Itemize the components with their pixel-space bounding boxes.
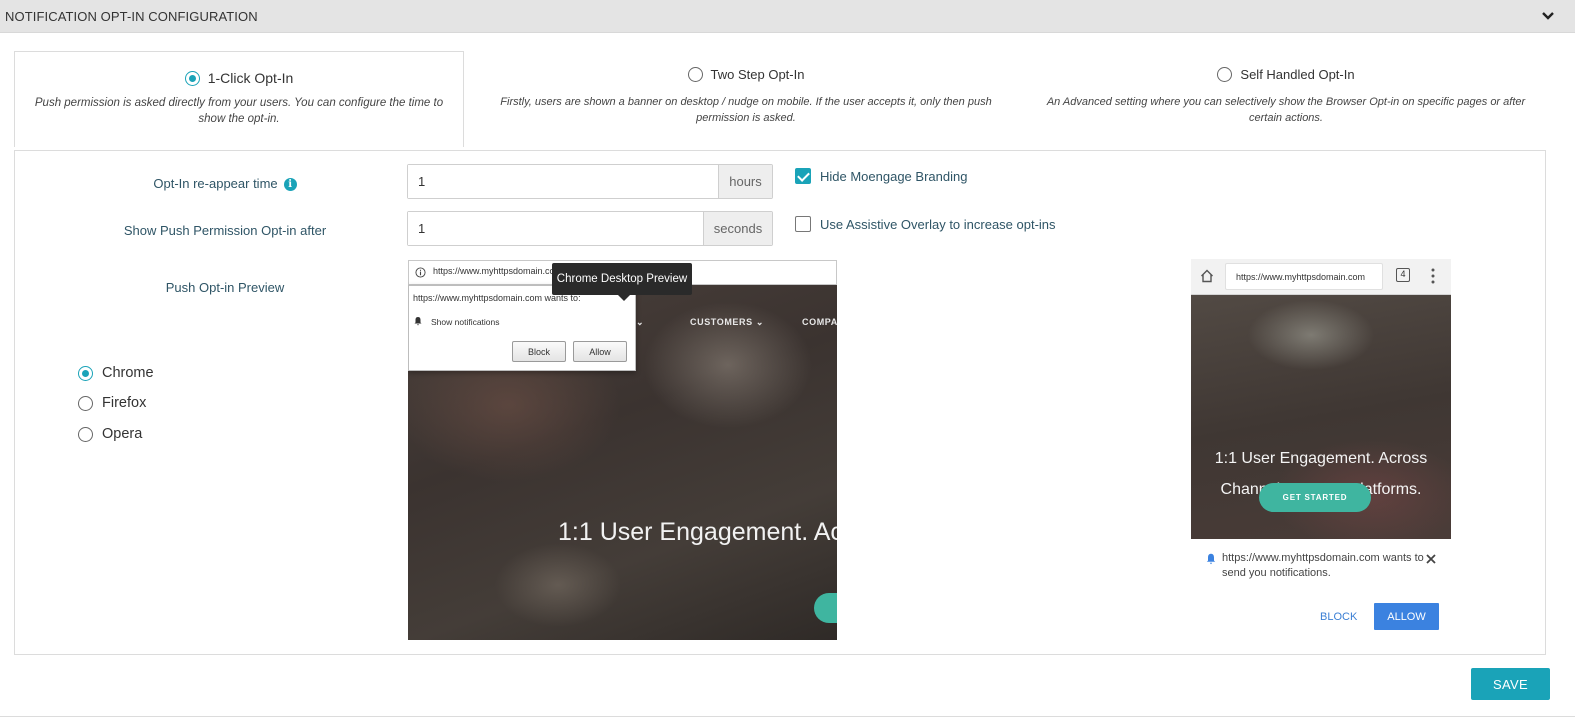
opera-label: Opera <box>102 426 143 442</box>
desktop-nav-company: COMPA <box>802 317 837 327</box>
desktop-cta-button <box>814 593 837 623</box>
optin-option-one-click[interactable]: 1-Click Opt-In Push permission is asked … <box>14 51 464 147</box>
desktop-nav-customers: CUSTOMERS ⌄ <box>690 317 764 327</box>
optin-self-handled-radio[interactable] <box>1217 67 1233 82</box>
optin-option-two-step[interactable]: Two Step Opt-In Firstly, users are shown… <box>490 51 1002 147</box>
bell-icon <box>414 317 422 326</box>
mobile-address-bar: https://www.myhttpsdomain.com 4 <box>1191 259 1451 295</box>
home-icon <box>1201 269 1213 283</box>
optin-two-step-label: Two Step Opt-In <box>710 67 805 82</box>
firefox-radio[interactable] <box>78 395 93 411</box>
reappear-time-input[interactable] <box>408 165 718 198</box>
optin-self-handled-label: Self Handled Opt-In <box>1240 67 1355 82</box>
tabs-icon: 4 <box>1396 268 1410 282</box>
show-after-field: seconds <box>407 211 773 246</box>
desktop-url: https://www.myhttpsdomain.co <box>433 266 555 276</box>
mobile-allow-button: ALLOW <box>1374 603 1439 630</box>
bell-icon <box>1206 553 1216 565</box>
reappear-unit: hours <box>718 165 772 198</box>
optin-two-step-radio[interactable] <box>687 67 703 82</box>
browser-option-chrome[interactable]: Chrome <box>78 365 154 381</box>
desktop-nav-chevron: ⌄ <box>636 317 645 327</box>
assistive-overlay-label: Use Assistive Overlay to increase opt-in… <box>820 217 1056 232</box>
preview-label: Push Opt-in Preview <box>165 280 285 295</box>
chevron-down-icon[interactable] <box>1540 8 1556 24</box>
optin-one-click-radio[interactable] <box>184 70 200 86</box>
firefox-label: Firefox <box>102 395 147 411</box>
mobile-preview-background: 1:1 User Engagement. Across Channels. Ac… <box>1191 295 1451 539</box>
reappear-time-field: hours <box>407 164 773 199</box>
section-header[interactable]: NOTIFICATION OPT-IN CONFIGURATION <box>0 0 1575 33</box>
show-after-input[interactable] <box>408 212 703 245</box>
popup-allow-button: Allow <box>573 341 627 362</box>
show-after-unit: seconds <box>703 212 772 245</box>
chrome-radio[interactable] <box>78 365 93 381</box>
optin-self-handled-description: An Advanced setting where you can select… <box>1046 96 1526 124</box>
preview-tooltip: Chrome Desktop Preview <box>552 263 692 301</box>
popup-show-notifications: Show notifications <box>431 317 500 327</box>
optin-one-click-description: Push permission is asked directly from y… <box>34 97 444 125</box>
desktop-permission-popup: https://www.myhttpsdomain.com wants to: … <box>408 285 636 371</box>
mobile-preview: https://www.myhttpsdomain.com 4 1:1 User… <box>1191 259 1451 639</box>
optin-one-click-label: 1-Click Opt-In <box>207 70 294 86</box>
section-title: NOTIFICATION OPT-IN CONFIGURATION <box>5 9 258 24</box>
info-icon[interactable]: i <box>283 178 297 191</box>
mobile-url: https://www.myhttpsdomain.com <box>1225 263 1383 290</box>
close-icon <box>1426 554 1436 564</box>
more-vertical-icon <box>1431 268 1435 284</box>
desktop-hero-text: 1:1 User Engagement. Ac <box>558 518 837 546</box>
optin-two-step-description: Firstly, users are shown a banner on des… <box>500 96 992 124</box>
hide-branding-label: Hide Moengage Branding <box>820 169 968 184</box>
hide-branding-checkbox[interactable] <box>795 168 811 184</box>
save-button[interactable]: SAVE <box>1471 668 1550 700</box>
info-circle-icon <box>415 267 426 278</box>
desktop-preview: https://www.myhttpsdomain.co ⌄ CUSTOMERS… <box>408 260 837 640</box>
browser-option-opera[interactable]: Opera <box>78 426 142 442</box>
mobile-notification-text: https://www.myhttpsdomain.com wants to s… <box>1222 552 1424 579</box>
opera-radio[interactable] <box>78 426 93 442</box>
optin-option-self-handled[interactable]: Self Handled Opt-In An Advanced setting … <box>1036 51 1536 147</box>
browser-option-firefox[interactable]: Firefox <box>78 395 146 411</box>
reappear-time-label: Opt-In re-appear time i <box>100 176 350 191</box>
bottom-divider <box>0 716 1575 717</box>
assistive-overlay-checkbox[interactable] <box>795 216 811 232</box>
show-after-label: Show Push Permission Opt-in after <box>123 223 327 238</box>
mobile-get-started-button: GET STARTED <box>1259 483 1371 512</box>
chrome-label: Chrome <box>102 365 154 381</box>
popup-block-button: Block <box>512 341 566 362</box>
mobile-block-button: BLOCK <box>1320 611 1358 623</box>
